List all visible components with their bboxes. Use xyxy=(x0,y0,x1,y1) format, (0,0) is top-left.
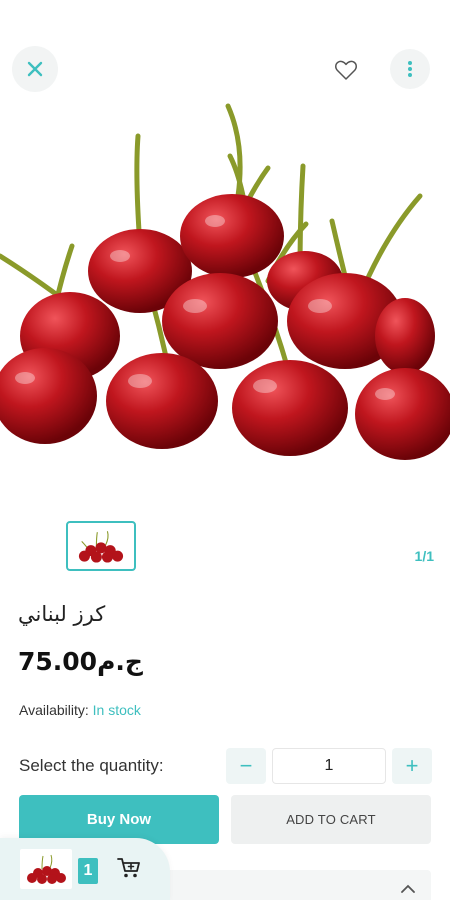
product-title: كرز لبناني xyxy=(18,602,106,626)
product-price: ج.م75.00 xyxy=(18,647,143,676)
heart-icon xyxy=(335,60,357,80)
chevron-up-icon xyxy=(401,884,415,893)
close-button[interactable] xyxy=(12,46,58,92)
mini-cart-count: 1 xyxy=(78,858,98,884)
mini-cart-thumbnail xyxy=(20,849,72,889)
close-icon xyxy=(27,61,43,77)
quantity-increase-button[interactable]: + xyxy=(392,748,432,784)
gallery-counter: 1/1 xyxy=(414,548,434,564)
cherries-image xyxy=(0,103,450,460)
more-options-button[interactable] xyxy=(390,49,430,89)
availability-label: Availability: xyxy=(19,702,89,718)
favorite-button[interactable] xyxy=(326,50,366,90)
cart-icon[interactable] xyxy=(116,856,142,880)
cherries-thumbnail-image xyxy=(78,531,124,563)
cherries-mini-image xyxy=(27,854,66,884)
quantity-input[interactable]: 1 xyxy=(272,748,386,784)
buy-now-button[interactable]: Buy Now xyxy=(19,795,219,844)
product-image[interactable] xyxy=(0,96,450,466)
availability: Availability: In stock xyxy=(19,702,141,718)
gallery-thumbnail[interactable] xyxy=(66,521,136,571)
availability-status: In stock xyxy=(92,702,141,718)
quantity-label: Select the quantity: xyxy=(19,756,164,775)
add-to-cart-button[interactable]: ADD TO CART xyxy=(231,795,431,844)
more-vertical-icon xyxy=(408,61,412,77)
mini-cart-bar[interactable]: 1 xyxy=(0,838,170,900)
quantity-decrease-button[interactable]: − xyxy=(226,748,266,784)
